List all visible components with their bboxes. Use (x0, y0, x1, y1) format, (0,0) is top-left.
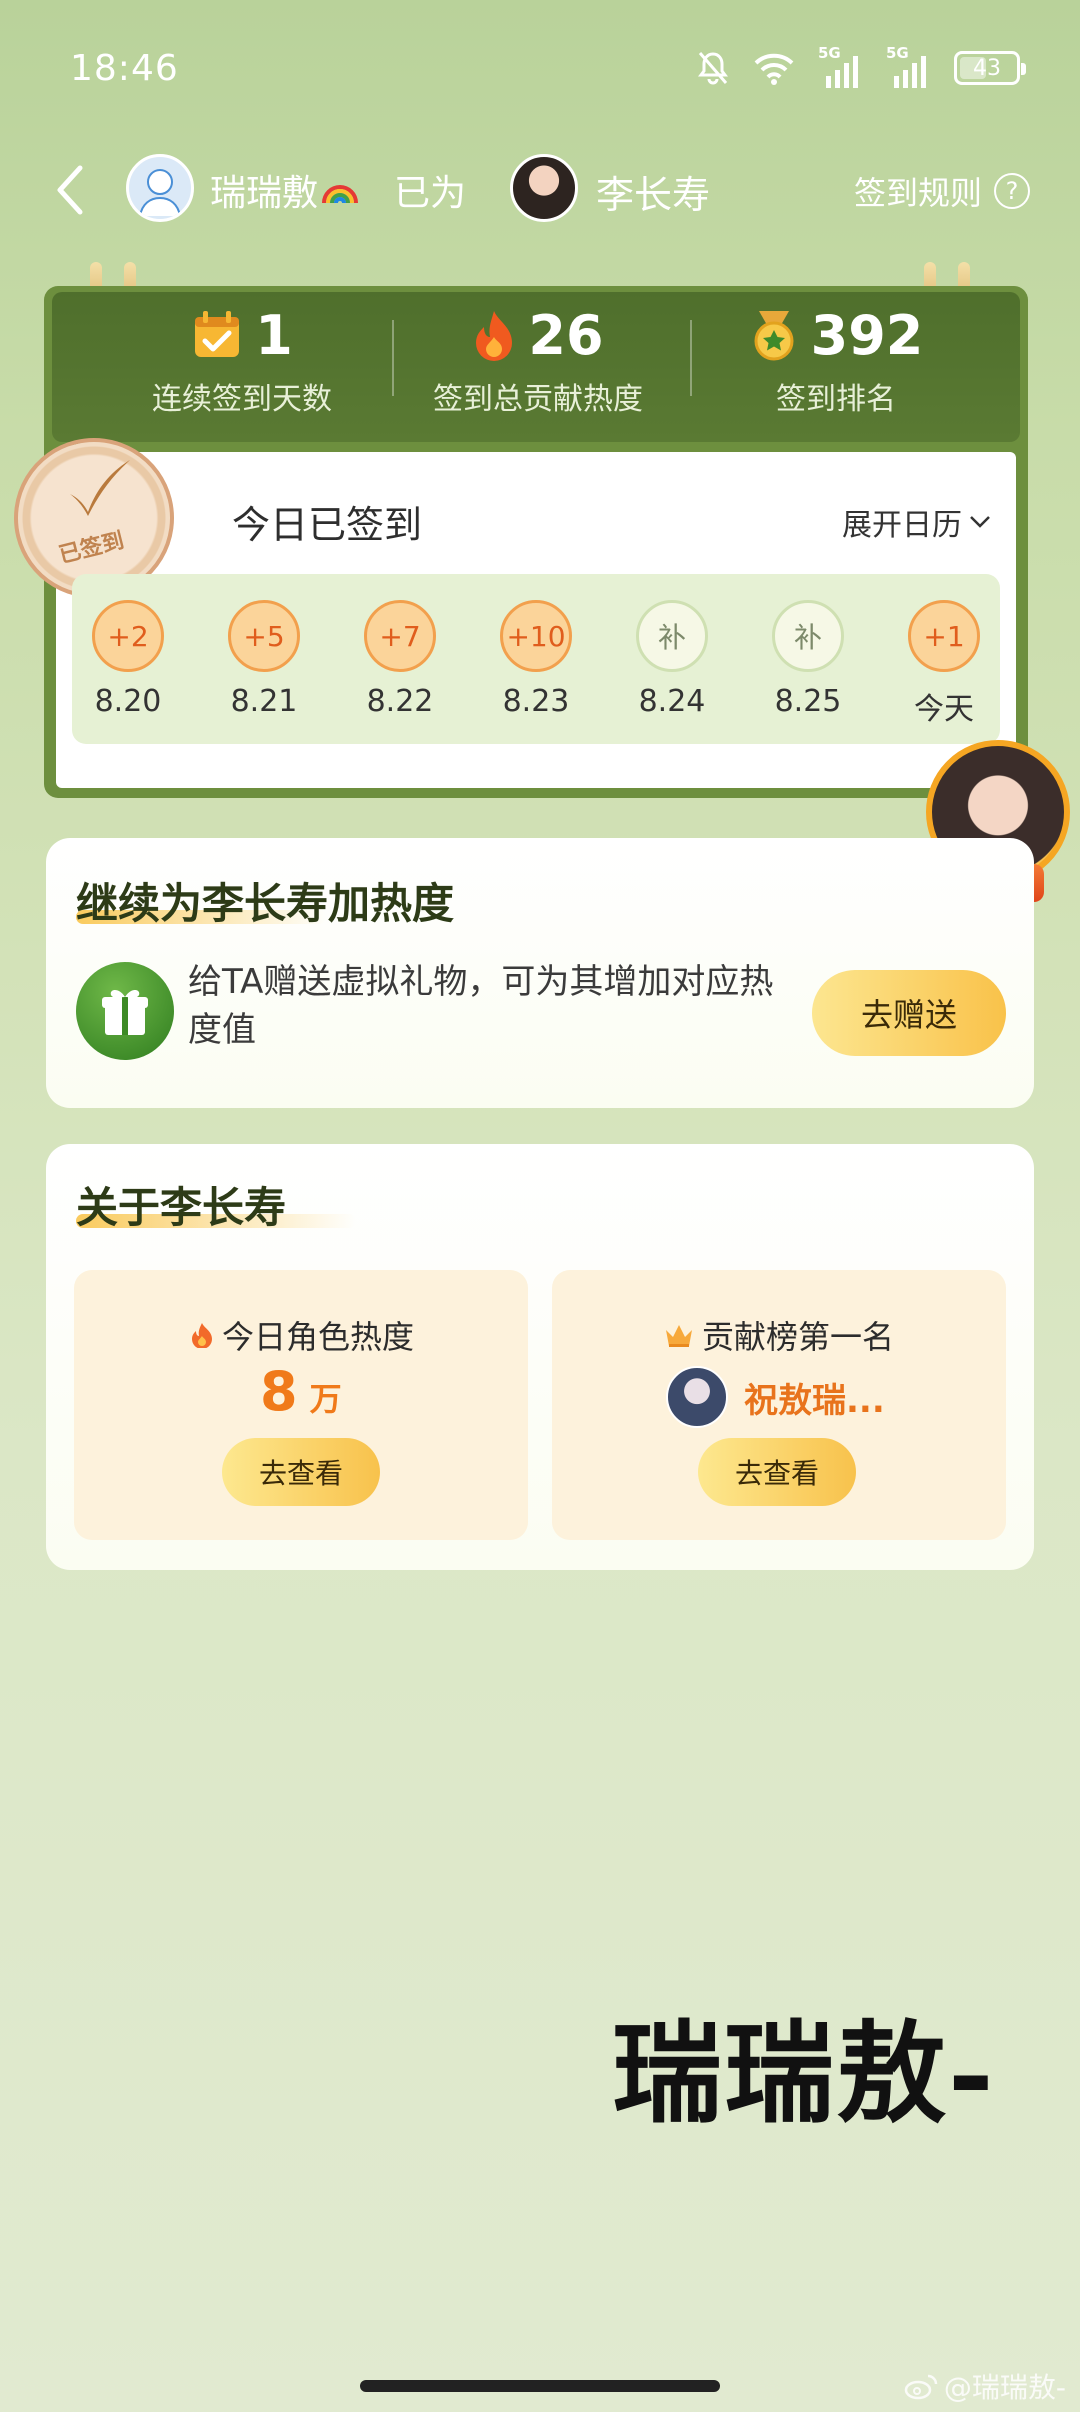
mute-bell-icon (698, 52, 728, 85)
medal-icon (754, 311, 794, 361)
character-name: 李长寿 (596, 173, 711, 217)
day-points-badge: +5 (228, 600, 300, 672)
gift-icon (76, 962, 174, 1060)
status-icons: 5G 5G 43 (696, 44, 1026, 90)
top-contributor-label: 贡献榜第一名 (664, 1312, 894, 1358)
day-date: 8.22 (366, 684, 434, 719)
today-status-title: 今日已签到 (232, 503, 423, 547)
stat-streak-label: 连续签到天数 (152, 382, 332, 417)
day-date: 8.25 (774, 684, 842, 719)
heat-label: 今日角色热度 (190, 1312, 414, 1358)
user-name: 瑞瑞敷 (210, 164, 360, 216)
stat-streak: 1 连续签到天数 (92, 300, 392, 418)
stat-heat-value: 26 (528, 303, 604, 367)
for-text: 已为 (394, 173, 467, 214)
page-header: 瑞瑞敷 已为 李长寿 签到规则 ? (0, 150, 1080, 230)
flame-icon (192, 1323, 212, 1348)
day-points-badge: +1 (908, 600, 980, 672)
stat-rank-label: 签到排名 (776, 382, 896, 417)
day-date: 8.23 (502, 684, 570, 719)
signin-day[interactable]: 补 8.25 (758, 600, 858, 719)
heat-label-text: 今日角色热度 (222, 1318, 415, 1356)
weibo-icon (904, 2374, 938, 2400)
chevron-left-icon (57, 165, 83, 215)
user-avatar[interactable] (126, 154, 194, 222)
wifi-icon (754, 53, 794, 85)
expand-calendar-label: 展开日历 (842, 508, 962, 543)
contributor-name: 祝敖瑞... (744, 1380, 885, 1421)
signin-day: +7 8.22 (350, 600, 450, 719)
signin-day: +5 8.21 (214, 600, 314, 719)
about-card-title: 关于李长寿 (76, 1183, 287, 1232)
watermark-small-text: @瑞瑞敖- (943, 2371, 1066, 2404)
contributor-avatar (666, 1366, 728, 1428)
day-date: 8.24 (638, 684, 706, 719)
stat-rank: 392 签到排名 (686, 300, 986, 418)
makeup-signin-badge[interactable]: 补 (772, 600, 844, 672)
flame-icon (476, 311, 513, 361)
signin-day: +1 今天 (894, 600, 994, 728)
stat-heat: 26 签到总贡献热度 (388, 300, 688, 418)
heat-unit: 万 (309, 1380, 342, 1418)
signin-day: +10 8.23 (486, 600, 586, 719)
makeup-signin-badge[interactable]: 补 (636, 600, 708, 672)
day-points-badge: +10 (500, 600, 572, 672)
send-gift-button[interactable]: 去赠送 (812, 970, 1006, 1056)
status-bar: 18:46 5G 5G 43 (0, 0, 1080, 140)
home-indicator[interactable] (360, 2380, 720, 2392)
view-heat-button[interactable]: 去查看 (222, 1438, 380, 1506)
top-contributor-label-text: 贡献榜第一名 (702, 1318, 895, 1356)
battery-icon: 43 (954, 51, 1026, 85)
stat-streak-value: 1 (255, 303, 293, 367)
signin-rules-link[interactable]: 签到规则 ? (854, 168, 1030, 214)
watermark-signature: 瑞瑞敖- (612, 2009, 996, 2138)
day-points-badge: +7 (364, 600, 436, 672)
back-button[interactable] (40, 158, 100, 222)
status-time: 18:46 (70, 48, 179, 89)
chevron-down-icon (970, 516, 990, 528)
stat-heat-label: 签到总贡献热度 (433, 382, 643, 417)
calendar-check-icon (195, 311, 240, 357)
day-date: 8.21 (230, 684, 298, 719)
watermark-small: @瑞瑞敖- (904, 2366, 1066, 2406)
rules-label: 签到规则 (853, 174, 982, 212)
battery-level: 43 (973, 55, 1001, 81)
signin-day: +2 8.20 (78, 600, 178, 719)
stat-rank-value: 392 (810, 303, 924, 367)
rainbow-icon (322, 185, 359, 204)
boost-description: 给TA赠送虚拟礼物，可为其增加对应热度值 (188, 962, 774, 1050)
day-date: 今天 (914, 692, 974, 727)
top-contributor[interactable]: 祝敖瑞... (666, 1366, 885, 1428)
boost-card-title: 继续为李长寿加热度 (76, 879, 455, 928)
checkmark-icon (70, 460, 130, 516)
signin-day[interactable]: 补 8.24 (622, 600, 722, 719)
day-points-badge: +2 (92, 600, 164, 672)
heat-number: 8 (260, 1360, 298, 1423)
cellular-signal-icon: 5G (818, 44, 864, 88)
expand-calendar-button[interactable]: 展开日历 (842, 500, 992, 544)
cellular-signal-icon-2: 5G (886, 44, 932, 88)
help-icon: ? (994, 173, 1030, 209)
heat-value: 8万 (260, 1360, 342, 1423)
character-avatar[interactable] (510, 154, 578, 222)
crown-icon (666, 1325, 692, 1347)
day-date: 8.20 (94, 684, 162, 719)
view-ranking-button[interactable]: 去查看 (698, 1438, 856, 1506)
user-name-text: 瑞瑞敷 (210, 173, 319, 214)
